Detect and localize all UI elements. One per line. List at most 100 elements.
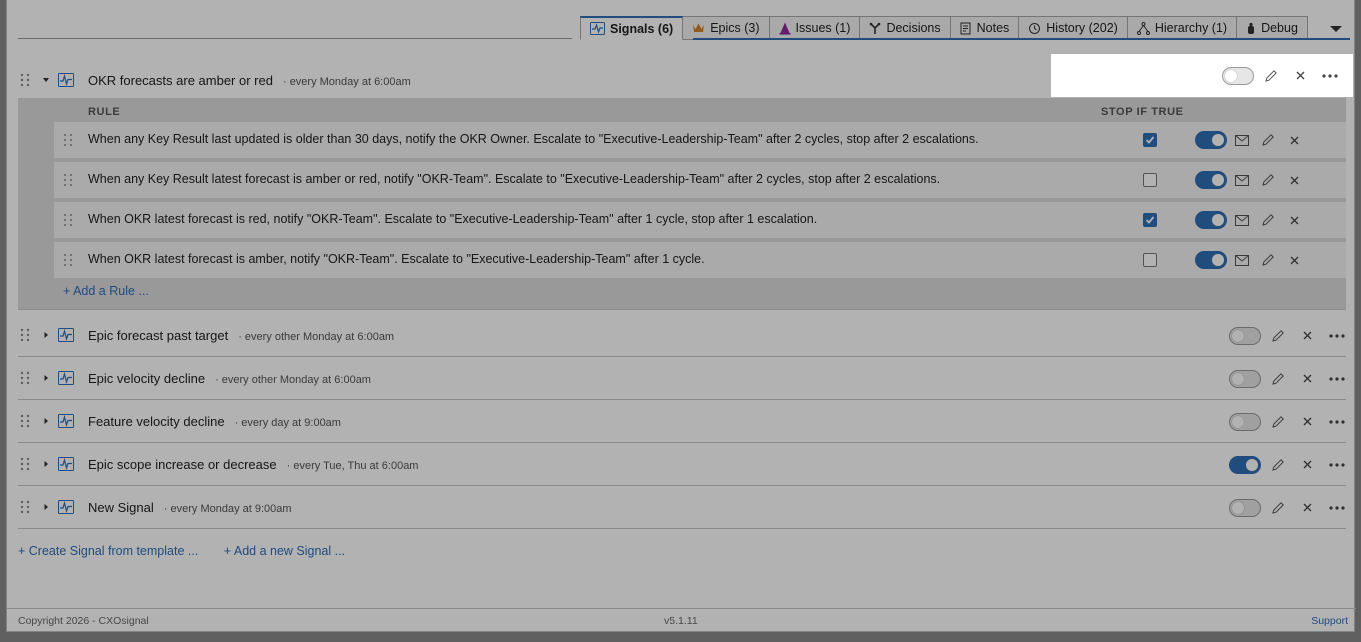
signal-name[interactable]: Epic scope increase or decrease · every T…	[88, 457, 418, 472]
rule-text[interactable]: When OKR latest forecast is amber, notif…	[88, 252, 705, 266]
signal-enabled-toggle[interactable]	[1229, 455, 1261, 474]
more-icon[interactable]	[1329, 419, 1345, 424]
close-icon[interactable]	[1290, 256, 1299, 265]
rule-edit-cell	[1258, 242, 1278, 278]
pencil-icon[interactable]	[1264, 69, 1278, 83]
rule-text[interactable]: When OKR latest forecast is red, notify …	[88, 212, 817, 226]
drag-handle-icon[interactable]	[20, 500, 30, 514]
signal-enabled-toggle[interactable]	[1222, 66, 1254, 85]
close-icon[interactable]	[1290, 176, 1299, 185]
tab-notes[interactable]: Notes	[950, 16, 1020, 40]
rule-enabled-toggle[interactable]	[1195, 171, 1227, 189]
caret-right-icon[interactable]	[41, 373, 51, 383]
drag-handle-icon[interactable]	[63, 213, 73, 227]
close-icon[interactable]	[1303, 417, 1312, 426]
caret-right-icon[interactable]	[41, 416, 51, 426]
signal-name[interactable]: Epic forecast past target · every other M…	[88, 328, 394, 343]
close-icon[interactable]	[1303, 503, 1312, 512]
tab-history[interactable]: History (202)	[1019, 16, 1128, 40]
signal-edit-cell	[1261, 54, 1281, 97]
signal-toggle-cell	[1228, 486, 1262, 529]
debug-icon	[1248, 22, 1255, 34]
pencil-icon[interactable]	[1271, 329, 1285, 343]
stop-if-true-checkbox[interactable]	[1143, 213, 1157, 227]
signal-name[interactable]: OKR forecasts are amber or red · every Mo…	[88, 73, 411, 88]
close-icon[interactable]	[1290, 216, 1299, 225]
tab-hierarchy[interactable]: Hierarchy (1)	[1127, 16, 1238, 40]
close-icon[interactable]	[1303, 374, 1312, 383]
signal-enabled-toggle[interactable]	[1229, 326, 1261, 345]
pencil-icon[interactable]	[1261, 213, 1275, 227]
caret-right-icon[interactable]	[41, 330, 51, 340]
signal-edit-cell	[1268, 443, 1288, 486]
copyright-text: Copyright 2026 - CXOsignal	[18, 615, 149, 627]
support-link[interactable]: Support	[1311, 615, 1348, 627]
signal-row[interactable]: New Signal · every Monday at 9:00am	[18, 486, 1346, 529]
stop-if-true-checkbox[interactable]	[1143, 173, 1157, 187]
rule-text[interactable]: When any Key Result last updated is olde…	[88, 132, 979, 146]
pencil-icon[interactable]	[1261, 173, 1275, 187]
envelope-icon[interactable]	[1235, 134, 1249, 146]
signal-enabled-toggle[interactable]	[1229, 369, 1261, 388]
close-icon[interactable]	[1290, 136, 1299, 145]
more-icon[interactable]	[1329, 462, 1345, 467]
caret-down-icon[interactable]	[41, 75, 51, 85]
check-icon	[1145, 216, 1155, 224]
close-icon[interactable]	[1296, 71, 1305, 80]
more-icon[interactable]	[1322, 73, 1338, 78]
close-icon[interactable]	[1303, 460, 1312, 469]
rule-edit-cell	[1258, 122, 1278, 158]
signal-row[interactable]: Epic forecast past target · every other M…	[18, 314, 1346, 357]
envelope-icon[interactable]	[1235, 214, 1249, 226]
signal-name[interactable]: New Signal · every Monday at 9:00am	[88, 500, 292, 515]
drag-handle-icon[interactable]	[20, 371, 30, 385]
rule-enabled-toggle[interactable]	[1195, 211, 1227, 229]
drag-handle-icon[interactable]	[20, 457, 30, 471]
more-icon[interactable]	[1329, 376, 1345, 381]
stop-if-true-checkbox[interactable]	[1143, 253, 1157, 267]
rule-email-cell	[1232, 242, 1252, 278]
envelope-icon[interactable]	[1235, 174, 1249, 186]
pencil-icon[interactable]	[1271, 501, 1285, 515]
envelope-icon[interactable]	[1235, 254, 1249, 266]
signal-row[interactable]: Epic velocity decline · every other Monda…	[18, 357, 1346, 400]
tab-epics[interactable]: Epics (3)	[683, 16, 770, 40]
close-icon[interactable]	[1303, 331, 1312, 340]
tabs-dropdown-icon[interactable]	[1329, 24, 1343, 34]
rule-text[interactable]: When any Key Result latest forecast is a…	[88, 172, 940, 186]
signal-schedule: · every other Monday at 6:00am	[215, 373, 371, 386]
create-signal-from-template-link[interactable]: + Create Signal from template ...	[18, 544, 198, 558]
stop-if-true-checkbox[interactable]	[1143, 133, 1157, 147]
signal-row[interactable]: Feature velocity decline · every day at 9…	[18, 400, 1346, 443]
tab-debug[interactable]: Debug	[1237, 16, 1308, 40]
pencil-icon[interactable]	[1271, 372, 1285, 386]
signal-enabled-toggle[interactable]	[1229, 498, 1261, 517]
pencil-icon[interactable]	[1271, 415, 1285, 429]
drag-handle-icon[interactable]	[20, 328, 30, 342]
drag-handle-icon[interactable]	[63, 173, 73, 187]
rule-enabled-toggle[interactable]	[1195, 251, 1227, 269]
caret-right-icon[interactable]	[41, 502, 51, 512]
drag-handle-icon[interactable]	[63, 133, 73, 147]
rule-row: When any Key Result latest forecast is a…	[54, 162, 1346, 198]
caret-right-icon[interactable]	[41, 459, 51, 469]
pencil-icon[interactable]	[1271, 458, 1285, 472]
signal-icon	[58, 371, 74, 385]
signal-name[interactable]: Feature velocity decline · every day at 9…	[88, 414, 341, 429]
rule-enabled-toggle[interactable]	[1195, 131, 1227, 149]
signal-name[interactable]: Epic velocity decline · every other Monda…	[88, 371, 371, 386]
tab-decisions[interactable]: Decisions	[860, 16, 951, 40]
signal-enabled-toggle[interactable]	[1229, 412, 1261, 431]
pencil-icon[interactable]	[1261, 253, 1275, 267]
more-icon[interactable]	[1329, 505, 1345, 510]
tab-signals[interactable]: Signals (6)	[580, 16, 684, 40]
drag-handle-icon[interactable]	[20, 414, 30, 428]
drag-handle-icon[interactable]	[20, 73, 30, 87]
add-new-signal-link[interactable]: + Add a new Signal ...	[224, 544, 345, 558]
tab-issues[interactable]: Issues (1)	[769, 16, 861, 40]
pencil-icon[interactable]	[1261, 133, 1275, 147]
signal-row[interactable]: Epic scope increase or decrease · every T…	[18, 443, 1346, 486]
drag-handle-icon[interactable]	[63, 253, 73, 267]
add-rule-link[interactable]: + Add a Rule ...	[63, 284, 149, 298]
more-icon[interactable]	[1329, 333, 1345, 338]
